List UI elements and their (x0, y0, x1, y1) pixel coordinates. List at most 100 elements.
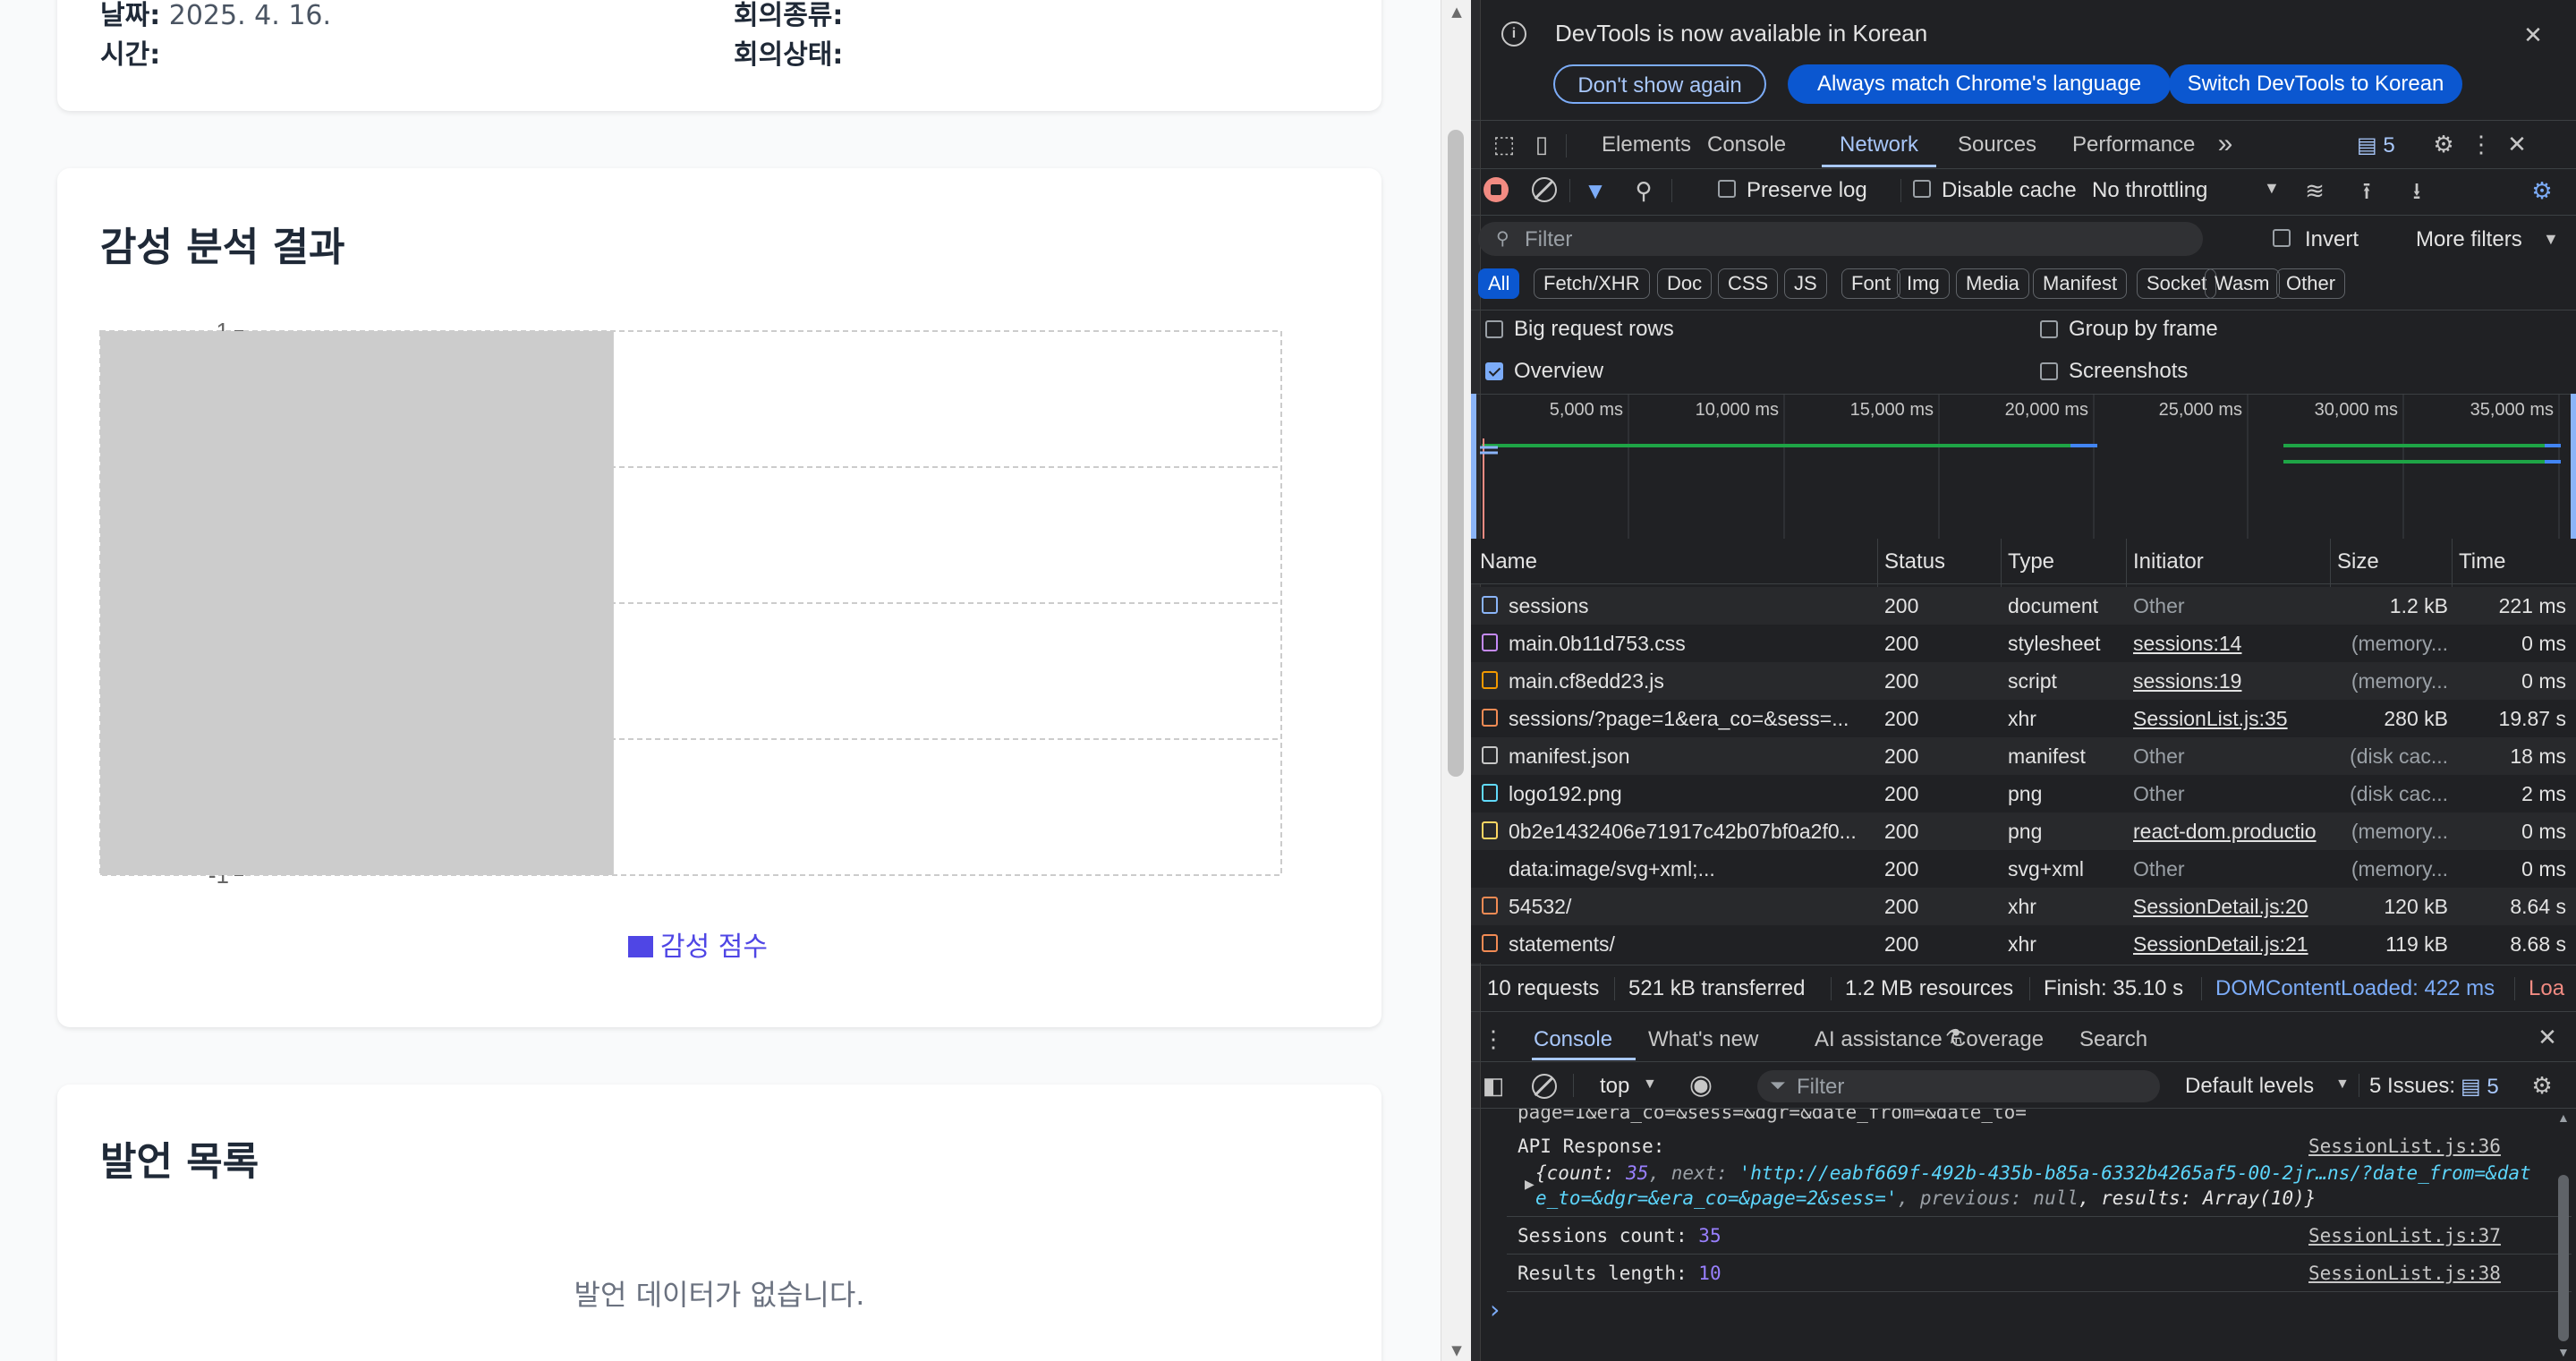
disable-cache-checkbox[interactable] (1913, 180, 1931, 198)
request-row[interactable]: logo192.png 200 png Other (disk cac... 2 ms (1471, 775, 2576, 812)
request-row[interactable]: sessions/?page=1&era_co=&sess=... 200 xhr S… (1471, 700, 2576, 737)
overview-checkbox[interactable] (1485, 362, 1503, 380)
request-initiator[interactable]: sessions:19 (2133, 669, 2332, 693)
filter-chip-css[interactable]: CSS (1718, 268, 1779, 299)
request-name[interactable]: sessions (1509, 594, 1870, 618)
filter-chip-js[interactable]: JS (1784, 268, 1827, 299)
column-header-size[interactable]: Size (2337, 549, 2379, 574)
drawer-tab-ai-assistance[interactable]: AI assistance (1815, 1027, 1943, 1052)
request-name[interactable]: manifest.json (1509, 744, 1870, 769)
request-name[interactable]: logo192.png (1509, 782, 1870, 806)
request-initiator[interactable]: SessionDetail.js:21 (2133, 932, 2332, 957)
request-name[interactable]: sessions/?page=1&era_co=&sess=... (1509, 707, 1870, 731)
filter-chip-wasm[interactable]: Wasm (2205, 268, 2280, 299)
page-scroll-thumb[interactable] (1448, 130, 1464, 777)
console-scroll-up-icon[interactable]: ▲ (2557, 1110, 2570, 1125)
search-icon[interactable]: ⚲ (1628, 175, 1659, 206)
tab-performance[interactable]: Performance (2072, 132, 2195, 157)
group-by-frame-checkbox[interactable] (2040, 320, 2058, 338)
live-expression-eye-icon[interactable]: ◉ (1686, 1070, 1716, 1101)
request-name[interactable]: main.0b11d753.css (1509, 632, 1870, 656)
column-header-time[interactable]: Time (2459, 549, 2505, 574)
drawer-tab-search[interactable]: Search (2079, 1027, 2147, 1052)
console-prompt[interactable]: › (1487, 1295, 1502, 1324)
more-filters-button[interactable]: More filters (2416, 227, 2522, 252)
request-row[interactable]: data:image/svg+xml;... 200 svg+xml Other (me… (1471, 850, 2576, 888)
scroll-down-arrow-icon[interactable]: ▼ (1441, 1342, 1472, 1358)
network-settings-gear-icon[interactable]: ⚙ (2527, 175, 2557, 206)
filter-chip-font[interactable]: Font (1841, 268, 1901, 299)
context-select[interactable]: top (1600, 1074, 1629, 1099)
tab-network[interactable]: Network (1840, 132, 1918, 157)
sentiment-bar[interactable] (100, 331, 614, 875)
filter-chip-other[interactable]: Other (2276, 268, 2346, 299)
filter-chip-media[interactable]: Media (1956, 268, 2029, 299)
clear-log-icon[interactable] (1532, 177, 1557, 202)
network-filter-input[interactable]: ⚲ Filter (1478, 222, 2203, 256)
console-source-link[interactable]: SessionList.js:36 (2308, 1136, 2501, 1157)
column-header-initiator[interactable]: Initiator (2133, 549, 2204, 574)
column-header-status[interactable]: Status (1884, 549, 1945, 574)
device-toolbar-icon[interactable]: ▯ (1526, 129, 1557, 159)
log-levels-select[interactable]: Default levels (2185, 1074, 2314, 1099)
filter-funnel-icon[interactable]: ▼ (1580, 175, 1611, 206)
switch-to-korean-button[interactable]: Switch DevTools to Korean (2169, 64, 2462, 104)
filter-chip-manifest[interactable]: Manifest (2033, 268, 2128, 299)
inspect-element-icon[interactable]: ⬚ (1489, 129, 1519, 159)
console-issues-label[interactable]: 5 Issues: (2369, 1074, 2455, 1099)
tab-sources[interactable]: Sources (1958, 132, 2036, 157)
more-filters-dropdown-icon[interactable]: ▼ (2543, 230, 2559, 249)
log-levels-dropdown-icon[interactable]: ▼ (2335, 1076, 2350, 1093)
drawer-tab-console[interactable]: Console (1534, 1027, 1612, 1052)
close-devtools-icon[interactable]: ✕ (2502, 129, 2532, 159)
request-row[interactable]: 54532/200 xhr SessionDetail.js:20 120 kB 8.6… (1471, 888, 2576, 925)
dont-show-again-button[interactable]: Don't show again (1553, 64, 1766, 104)
request-row[interactable]: statements/200 xhr SessionDetail.js:21 119 … (1471, 925, 2576, 963)
request-initiator[interactable]: SessionList.js:35 (2133, 707, 2332, 731)
big-request-rows-checkbox[interactable] (1485, 320, 1503, 338)
scroll-up-arrow-icon[interactable]: ▲ (1441, 4, 1472, 20)
console-source-link[interactable]: SessionList.js:37 (2308, 1225, 2501, 1246)
request-row[interactable]: sessions 200 document Other 1.2 kB 221 ms (1471, 587, 2576, 625)
console-filter-input[interactable]: ⏷ Filter (1757, 1070, 2160, 1102)
drawer-tab-what-s-new[interactable]: What's new (1648, 1027, 1758, 1052)
console-source-link[interactable]: SessionList.js:38 (2308, 1263, 2501, 1284)
request-name[interactable]: 54532/ (1509, 895, 1870, 919)
request-row[interactable]: 0b2e1432406e71917c42b07bf0a2f0... 200 png r… (1471, 812, 2576, 850)
clear-console-icon[interactable] (1532, 1074, 1557, 1099)
context-dropdown-icon[interactable]: ▼ (1643, 1076, 1657, 1093)
request-row[interactable]: manifest.json 200 manifest Other (disk cac..… (1471, 737, 2576, 775)
request-row[interactable]: main.cf8edd23.js 200 script sessions:19 (mem… (1471, 662, 2576, 700)
more-tabs-chevron-icon[interactable]: » (2210, 129, 2240, 159)
console-scroll-down-icon[interactable]: ▼ (2557, 1345, 2570, 1359)
console-issues-counter[interactable]: ▤ 5 (2461, 1074, 2499, 1100)
filter-chip-all[interactable]: All (1478, 268, 1520, 299)
import-har-icon[interactable]: ⭱ (2351, 175, 2382, 206)
column-header-name[interactable]: Name (1480, 549, 1537, 574)
api-response-object-line1[interactable]: {count: 35, next: 'http://eabf669f-492b-… (1535, 1162, 2531, 1184)
issues-counter[interactable]: ▤ 5 (2357, 132, 2395, 158)
timeline-right-handle[interactable] (2571, 394, 2576, 539)
close-drawer-icon[interactable]: ✕ (2532, 1022, 2563, 1052)
request-name[interactable]: main.cf8edd23.js (1509, 669, 1870, 693)
customize-menu-icon[interactable]: ⋮ (2466, 129, 2496, 159)
page-scrollbar[interactable]: ▲ ▼ (1441, 0, 1472, 1361)
console-sidebar-icon[interactable]: ◧ (1478, 1070, 1509, 1101)
infobar-close-icon[interactable]: ✕ (2518, 20, 2548, 50)
network-overview-timeline[interactable]: 5,000 ms 10,000 ms 15,000 ms 20,000 ms 25,00… (1471, 394, 2576, 539)
drawer-tab-coverage[interactable]: Coverage (1951, 1027, 2044, 1052)
request-name[interactable]: statements/ (1509, 932, 1870, 957)
tab-console[interactable]: Console (1707, 132, 1786, 157)
request-name[interactable]: data:image/svg+xml;... (1509, 857, 1870, 881)
network-conditions-icon[interactable]: ≋ (2300, 175, 2330, 206)
console-settings-gear-icon[interactable]: ⚙ (2527, 1070, 2557, 1101)
screenshots-checkbox[interactable] (2040, 362, 2058, 380)
request-row[interactable]: main.0b11d753.css 200 stylesheet sessions:1… (1471, 625, 2576, 662)
request-name[interactable]: 0b2e1432406e71917c42b07bf0a2f0... (1509, 820, 1870, 844)
filter-chip-doc[interactable]: Doc (1657, 268, 1713, 299)
filter-chip-fetchxhr[interactable]: Fetch/XHR (1534, 268, 1650, 299)
expand-object-triangle-icon[interactable]: ▶ (1525, 1177, 1535, 1192)
console-scroll-thumb[interactable] (2558, 1175, 2569, 1341)
request-initiator[interactable]: SessionDetail.js:20 (2133, 895, 2332, 919)
record-stop-icon[interactable] (1484, 177, 1509, 202)
